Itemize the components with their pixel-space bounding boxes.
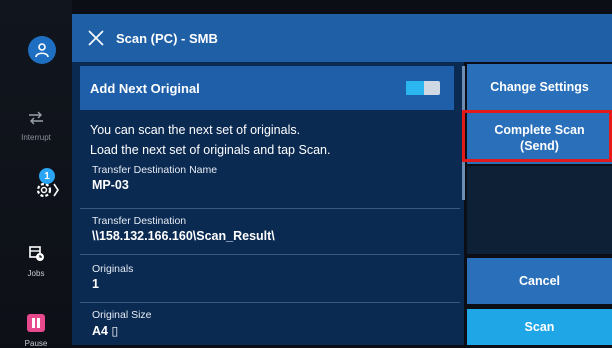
- info-value: MP-03: [92, 178, 129, 192]
- message-line-1: You can scan the next set of originals.: [90, 123, 301, 137]
- cancel-button[interactable]: Cancel: [467, 258, 612, 304]
- info-value: 1: [92, 277, 99, 291]
- jobs-label: Jobs: [27, 269, 45, 278]
- user-avatar-icon[interactable]: [28, 36, 56, 64]
- machine-status-button[interactable]: 1: [30, 168, 70, 202]
- transfer-destination-name-row: Transfer Destination Name MP-03: [80, 164, 460, 192]
- info-value: \\158.132.166.160\Scan_Result\: [92, 229, 275, 243]
- notification-badge: 1: [39, 168, 55, 184]
- change-settings-button[interactable]: Change Settings: [467, 64, 612, 110]
- page-title: Scan (PC) - SMB: [116, 30, 218, 46]
- pause-icon: [27, 314, 45, 332]
- jobs-button[interactable]: Jobs: [0, 244, 72, 278]
- left-rail: Interrupt 1 Jobs Pause: [0, 0, 72, 348]
- message-line-2: Load the next set of originals and tap S…: [90, 143, 331, 157]
- toggle-knob: [406, 81, 424, 95]
- pause-button[interactable]: Pause: [0, 314, 72, 348]
- title-bar: Scan (PC) - SMB: [72, 14, 612, 62]
- interrupt-icon: [29, 111, 43, 125]
- interrupt-label: Interrupt: [21, 133, 51, 142]
- original-size-row: Original Size A4 ▯: [80, 302, 460, 338]
- instruction-message: You can scan the next set of originals. …: [90, 120, 330, 160]
- info-label: Transfer Destination Name: [92, 164, 218, 176]
- interrupt-button[interactable]: Interrupt: [0, 110, 72, 142]
- scan-button[interactable]: Scan: [467, 309, 612, 345]
- originals-row: Originals 1: [80, 254, 460, 291]
- close-icon[interactable]: [86, 28, 106, 48]
- info-label: Original Size: [92, 309, 152, 321]
- info-value: A4 ▯: [92, 324, 119, 338]
- add-next-original-toggle[interactable]: [406, 81, 440, 95]
- add-next-original-label: Add Next Original: [90, 80, 200, 96]
- jobs-icon: [29, 246, 44, 261]
- highlight-outline: [462, 110, 612, 162]
- empty-button-slot: [467, 166, 612, 254]
- info-label: Originals: [92, 263, 134, 275]
- transfer-destination-row: Transfer Destination \\158.132.166.160\S…: [80, 208, 460, 243]
- info-label: Transfer Destination: [92, 215, 187, 227]
- add-next-original-row[interactable]: Add Next Original: [80, 66, 454, 110]
- settings-panel: Add Next Original You can scan the next …: [72, 62, 464, 345]
- pause-label: Pause: [24, 339, 48, 348]
